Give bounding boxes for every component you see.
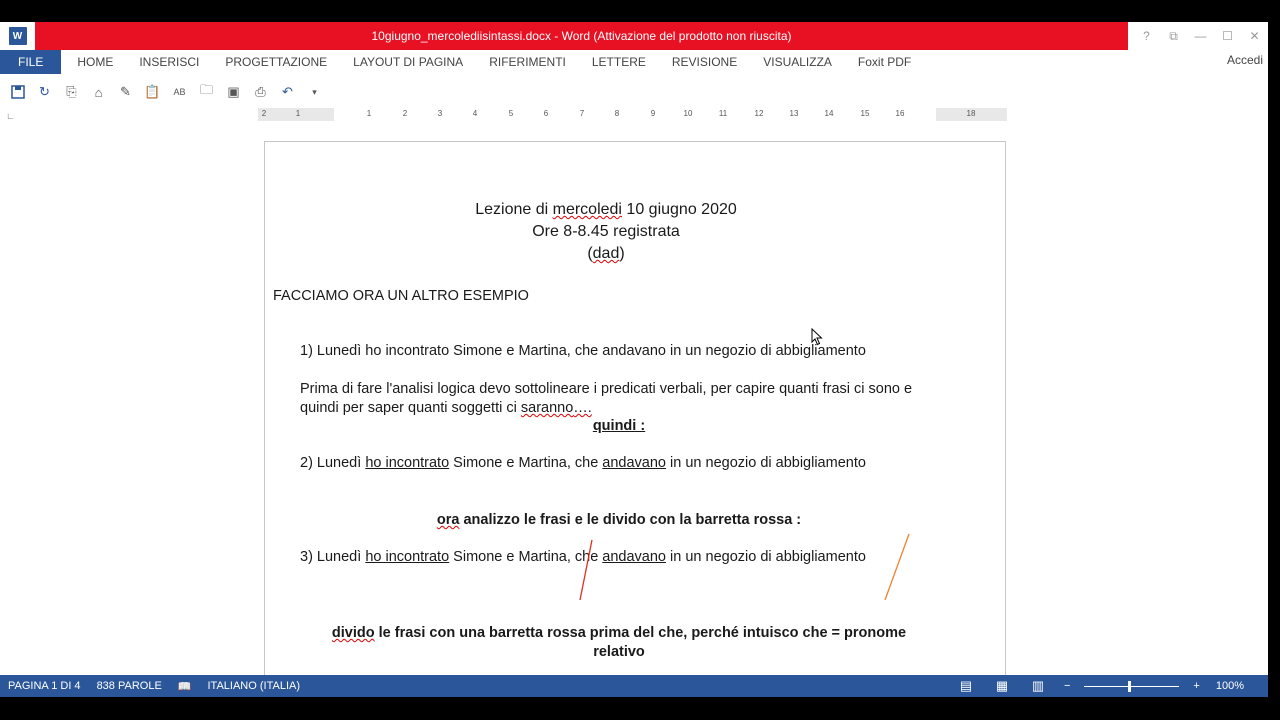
quindi-label: quindi : [592, 418, 646, 434]
tab-review[interactable]: REVISIONE [659, 50, 750, 74]
ruler-label: 13 [789, 109, 799, 118]
final-line-2: relativo [593, 644, 645, 660]
ruler-label: 4 [472, 109, 478, 118]
word-icon[interactable]: W [0, 22, 35, 50]
zoom-slider[interactable] [1084, 680, 1180, 692]
ruler-label: 2 [402, 109, 408, 118]
paragraph-line-2: quindi per saper quanti soggetti ci sara… [300, 400, 592, 416]
paste-icon[interactable]: 📋 [139, 81, 166, 103]
ruler-label: 9 [650, 109, 656, 118]
paragraph-line-1: Prima di fare l'analisi logica devo sott… [300, 381, 913, 397]
web-layout-icon[interactable]: ▥ [1020, 678, 1056, 694]
ruler-label: 18 [966, 109, 976, 118]
ruler-corner-icon[interactable]: ∟ [6, 111, 15, 121]
redo-icon[interactable]: ↻ [31, 81, 58, 103]
tab-view[interactable]: VISUALIZZA [750, 50, 845, 74]
stamp-icon[interactable]: ⌂ [85, 81, 112, 103]
help-icon[interactable]: ? [1133, 29, 1160, 43]
horizontal-ruler[interactable]: 2 1 1 2 3 4 5 6 7 8 9 10 11 12 13 14 15 … [258, 108, 1007, 121]
signin-link[interactable]: Accedi [1227, 53, 1263, 67]
tab-file[interactable]: FILE [0, 50, 62, 74]
copy-icon[interactable]: ⎘ [58, 81, 85, 103]
ruler-label: 10 [683, 109, 693, 118]
folder-icon[interactable]: 🗀 [193, 81, 220, 103]
word-window: W 10giugno_mercolediisintassi.docx - Wor… [0, 22, 1268, 697]
word-count[interactable]: 838 PAROLE [89, 680, 170, 692]
mouse-cursor-icon [811, 328, 823, 346]
ruler-label: 16 [895, 109, 905, 118]
print-layout-icon[interactable]: ▦ [984, 678, 1020, 694]
window-title: 10giugno_mercolediisintassi.docx - Word … [35, 22, 1128, 50]
ruler-label: 15 [860, 109, 870, 118]
spelling-icon[interactable]: AB [166, 81, 193, 103]
layout-icon[interactable]: ▣ [220, 81, 247, 103]
list-item-1: 1) Lunedì ho incontrato Simone e Martina… [300, 343, 866, 359]
ruler-label: 1 [366, 109, 372, 118]
status-bar: PAGINA 1 DI 4 838 PAROLE 📖 ITALIANO (ITA… [0, 675, 1268, 697]
ruler-label: 11 [718, 109, 728, 118]
ruler-label: 14 [824, 109, 834, 118]
ruler-label: 3 [437, 109, 443, 118]
heading-line-3: (dad) [587, 245, 625, 262]
minimize-icon[interactable]: — [1187, 29, 1214, 43]
zoom-level[interactable]: 100% [1208, 680, 1252, 692]
ruler-label: 12 [754, 109, 764, 118]
intro-text: FACCIAMO ORA UN ALTRO ESEMPIO [273, 288, 529, 304]
tab-layout[interactable]: LAYOUT DI PAGINA [340, 50, 476, 74]
ribbon-tabs: FILE HOME INSERISCI PROGETTAZIONE LAYOUT… [0, 50, 1268, 74]
zoom-out-button[interactable]: − [1056, 680, 1078, 692]
red-divider-mark-1 [579, 539, 593, 601]
zoom-in-button[interactable]: + [1185, 680, 1207, 692]
tab-mailings[interactable]: LETTERE [579, 50, 659, 74]
title-bar: W 10giugno_mercolediisintassi.docx - Wor… [0, 22, 1268, 50]
ruler-label: 6 [543, 109, 549, 118]
window-controls: ? ⧉ — ☐ ✕ [1133, 22, 1268, 50]
tab-foxit[interactable]: Foxit PDF [845, 50, 924, 74]
tab-design[interactable]: PROGETTAZIONE [212, 50, 340, 74]
final-line-1: divido le frasi con una barretta rossa p… [331, 625, 907, 641]
heading-line-1: Lezione di mercoledi 10 giugno 2020 [475, 201, 737, 218]
close-icon[interactable]: ✕ [1241, 29, 1268, 43]
list-item-2: 2) Lunedì ho incontrato Simone e Martina… [300, 455, 866, 471]
save-icon[interactable] [4, 81, 31, 103]
view-controls: ▤ ▦ ▥ − + 100% [948, 675, 1268, 697]
maximize-icon[interactable]: ☐ [1214, 29, 1241, 43]
edit-icon[interactable]: ✎ [112, 81, 139, 103]
document-area[interactable]: Lezione di mercoledi 10 giugno 2020 Ore … [0, 125, 1268, 697]
read-mode-icon[interactable]: ▤ [948, 678, 984, 694]
document-page[interactable]: Lezione di mercoledi 10 giugno 2020 Ore … [264, 141, 1006, 697]
red-divider-mark-2 [884, 533, 910, 601]
quick-access-toolbar: ↻ ⎘ ⌂ ✎ 📋 AB 🗀 ▣ ⎙ ↶ ▾ [0, 80, 328, 104]
ruler-label: 8 [614, 109, 620, 118]
ribbon-display-icon[interactable]: ⧉ [1160, 29, 1187, 44]
proofing-icon[interactable]: 📖 [170, 680, 200, 693]
language-status[interactable]: ITALIANO (ITALIA) [200, 680, 309, 692]
ruler-label: 5 [508, 109, 514, 118]
ruler-label: 7 [579, 109, 585, 118]
ruler-label: 1 [295, 109, 301, 118]
tab-insert[interactable]: INSERISCI [126, 50, 212, 74]
page-count[interactable]: PAGINA 1 DI 4 [0, 680, 89, 692]
tab-references[interactable]: RIFERIMENTI [476, 50, 579, 74]
undo-icon[interactable]: ↶ [274, 81, 301, 103]
heading-line-2: Ore 8-8.45 registrata [532, 223, 680, 240]
ruler-label: 2 [261, 109, 267, 118]
print-icon[interactable]: ⎙ [247, 81, 274, 103]
zoom-slider-thumb[interactable] [1128, 680, 1132, 692]
customize-icon[interactable]: ▾ [301, 81, 328, 103]
tab-home[interactable]: HOME [64, 50, 126, 74]
analysis-heading: ora analizzo le frasi e le divido con la… [436, 512, 802, 528]
